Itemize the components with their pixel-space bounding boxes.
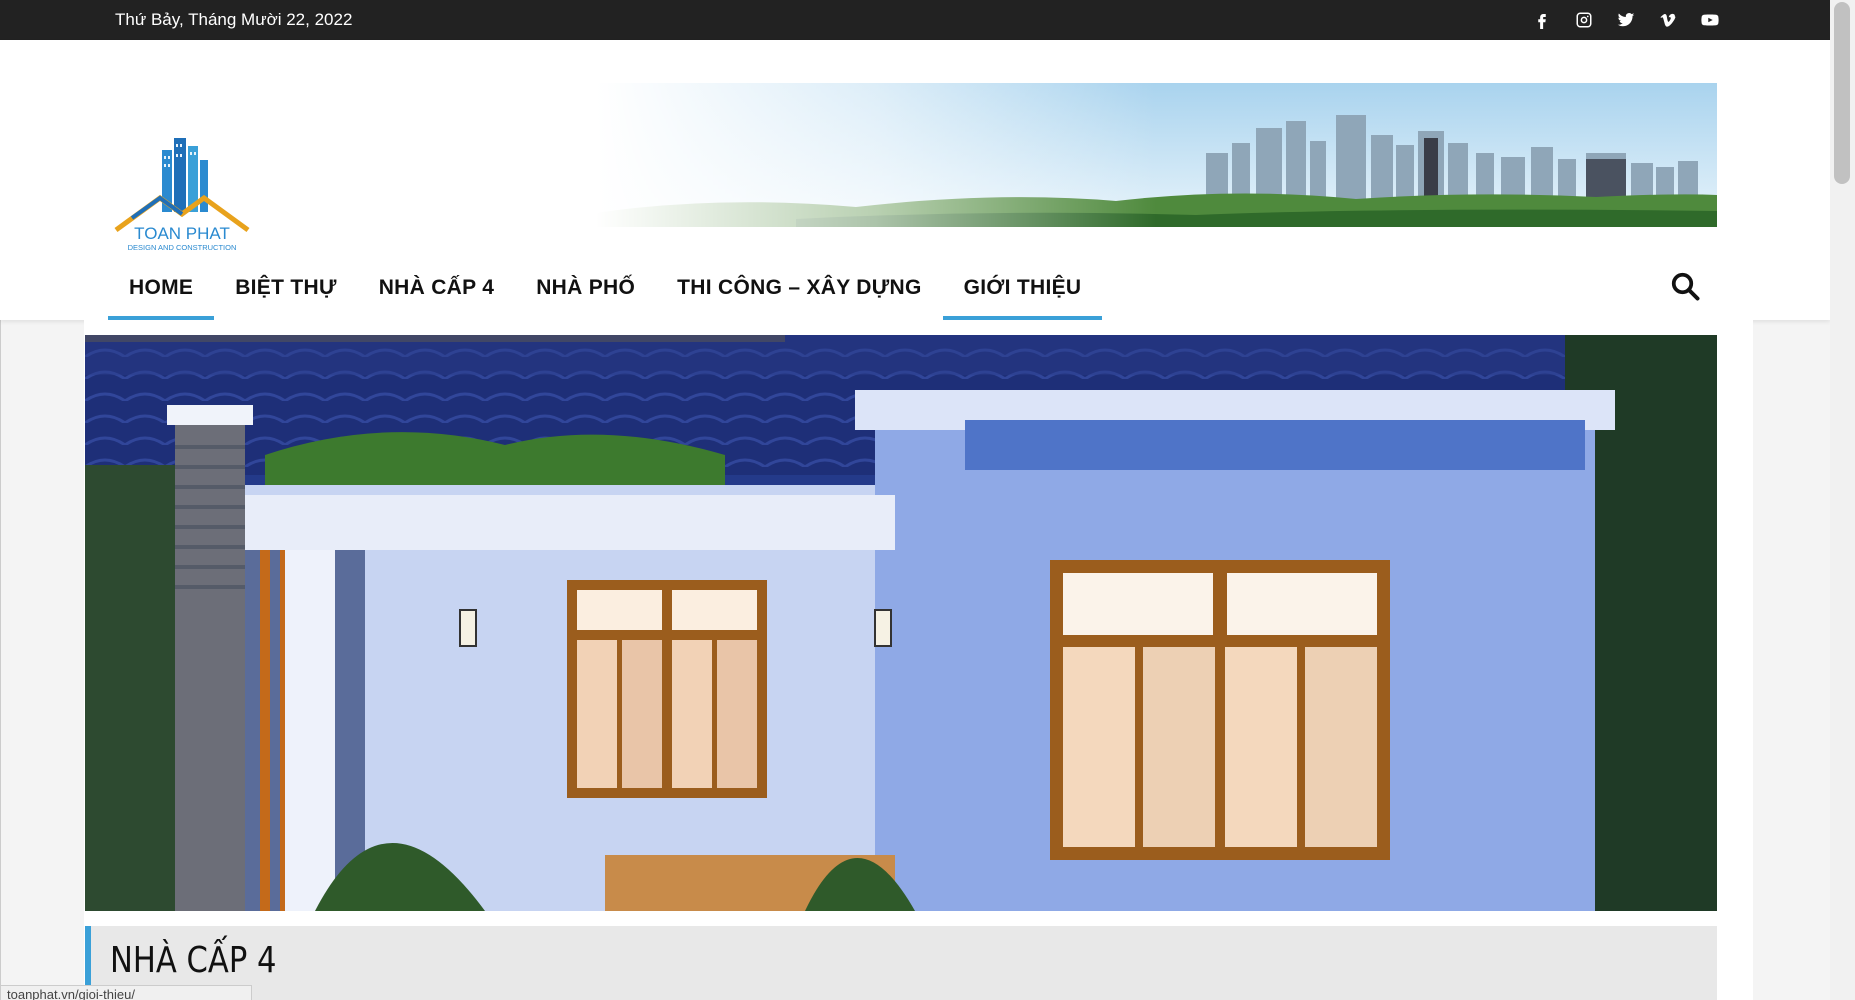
top-bar: Thứ Bảy, Tháng Mười 22, 2022	[0, 0, 1830, 40]
twitter-icon[interactable]	[1616, 10, 1636, 30]
social-links	[1532, 0, 1720, 40]
nav-item-gioi-thieu[interactable]: GIỚI THIỆU	[942, 262, 1103, 320]
youtube-icon[interactable]	[1700, 10, 1720, 30]
scrollbar-thumb[interactable]	[1834, 2, 1850, 184]
logo-text: TOAN PHAT	[134, 224, 230, 243]
logo-subtext: DESIGN AND CONSTRUCTION	[128, 243, 237, 252]
facebook-icon[interactable]	[1532, 10, 1552, 30]
image-progress-bar	[85, 335, 785, 342]
nav-item-nha-cap-4[interactable]: NHÀ CẤP 4	[358, 262, 516, 320]
featured-image[interactable]	[85, 335, 1717, 911]
instagram-icon[interactable]	[1574, 10, 1594, 30]
search-button[interactable]	[1665, 266, 1705, 306]
main-nav: HOME BIỆT THỰ NHÀ CẤP 4 NHÀ PHỐ THI CÔNG…	[108, 262, 1103, 320]
status-bar-url: toanphat.vn/gioi-thieu/	[0, 985, 252, 1000]
search-icon	[1671, 272, 1700, 301]
site-logo[interactable]: TOAN PHAT DESIGN AND CONSTRUCTION	[112, 102, 252, 252]
vimeo-icon[interactable]	[1658, 10, 1678, 30]
category-header	[85, 926, 1717, 1000]
nav-item-biet-thu[interactable]: BIỆT THỰ	[214, 262, 357, 320]
header-banner	[596, 83, 1717, 227]
nav-item-home[interactable]: HOME	[108, 262, 215, 320]
site-header: TOAN PHAT DESIGN AND CONSTRUCTION HOME B…	[0, 40, 1830, 320]
current-date: Thứ Bảy, Tháng Mười 22, 2022	[115, 10, 353, 29]
category-title: NHÀ CẤP 4	[110, 940, 277, 981]
nav-item-thi-cong-xay-dung[interactable]: THI CÔNG – XÂY DỰNG	[656, 262, 942, 320]
nav-item-nha-pho[interactable]: NHÀ PHỐ	[515, 262, 656, 320]
